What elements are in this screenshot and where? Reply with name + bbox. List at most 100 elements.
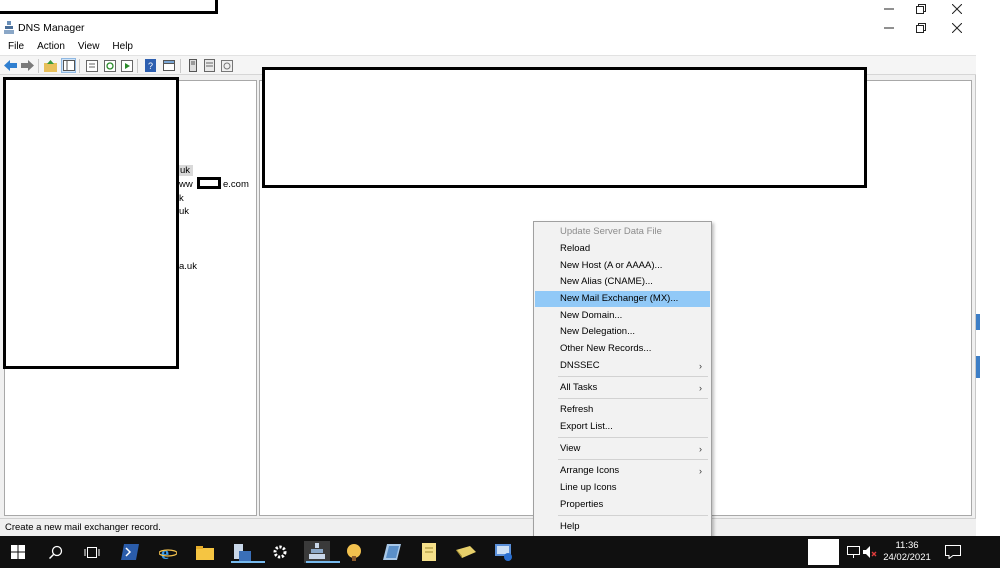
menu-item-new-mail-exchanger[interactable]: New Mail Exchanger (MX)...: [535, 291, 710, 307]
task-view-button[interactable]: [79, 541, 105, 563]
menu-help[interactable]: Help: [104, 41, 138, 52]
menu-item-label: Other New Records...: [560, 343, 652, 354]
show-hide-action-pane-button[interactable]: [161, 58, 176, 73]
taskbar-clock[interactable]: 11:36 24/02/2021: [882, 540, 932, 564]
tree-node[interactable]: a.uk: [179, 261, 197, 272]
book-icon: [456, 546, 476, 558]
menu-separator: [558, 398, 708, 399]
menu-item-all-tasks[interactable]: All Tasks ›: [535, 380, 710, 396]
close-icon: [952, 23, 962, 33]
restore-button[interactable]: [906, 19, 936, 37]
help-toolbar-button[interactable]: ?: [143, 58, 158, 73]
notepad-icon: [383, 544, 401, 560]
menu-item-help[interactable]: Help: [535, 519, 710, 535]
menu-item-dnssec[interactable]: DNSSEC ›: [535, 358, 710, 374]
status-text: Create a new mail exchanger record.: [5, 522, 161, 533]
close-icon: [952, 4, 962, 14]
taskbar-file-explorer[interactable]: [192, 541, 218, 563]
action-pane-icon: [162, 60, 175, 71]
minimize-button[interactable]: [874, 19, 904, 37]
redacted-tree-region: [3, 77, 179, 369]
restore-icon: [916, 4, 926, 14]
records-toolbar-button[interactable]: [219, 58, 234, 73]
server-toolbar-button[interactable]: [185, 58, 200, 73]
refresh-toolbar-button[interactable]: [102, 58, 117, 73]
menu-item-line-up-icons[interactable]: Line up Icons: [535, 480, 710, 496]
tree-node[interactable]: k: [179, 193, 184, 204]
menu-item-properties[interactable]: Properties: [535, 497, 710, 513]
outer-minimize-button[interactable]: [874, 0, 904, 18]
menu-item-export-list[interactable]: Export List...: [535, 419, 710, 435]
active-app-indicator: [231, 561, 265, 563]
properties-toolbar-button[interactable]: [84, 58, 99, 73]
redacted-tree-text: [197, 177, 221, 189]
taskbar-settings[interactable]: [267, 541, 293, 563]
taskbar-internet-explorer[interactable]: e: [155, 541, 181, 563]
search-button[interactable]: [43, 541, 69, 563]
up-level-button[interactable]: [43, 58, 58, 73]
file-explorer-icon: [196, 545, 214, 560]
network-tray-button[interactable]: [845, 541, 861, 563]
taskbar-powershell[interactable]: [117, 541, 143, 563]
console-tree-pane[interactable]: uk ww e.com k uk a.uk: [3, 77, 257, 516]
menu-item-label: Export List...: [560, 421, 613, 432]
tree-node[interactable]: uk: [179, 206, 189, 217]
menu-item-label: New Mail Exchanger (MX)...: [560, 293, 679, 304]
export-icon: [120, 59, 133, 72]
tree-node[interactable]: ww: [179, 179, 193, 190]
server-manager-icon: [234, 543, 251, 561]
menu-item-new-alias[interactable]: New Alias (CNAME)...: [535, 274, 710, 290]
menu-item-arrange-icons[interactable]: Arrange Icons ›: [535, 463, 710, 479]
taskbar-dns-manager[interactable]: [304, 541, 340, 563]
close-button[interactable]: [942, 19, 972, 37]
menu-item-update-server-data-file[interactable]: Update Server Data File: [535, 224, 710, 240]
menu-item-new-host[interactable]: New Host (A or AAAA)...: [535, 258, 710, 274]
help-book-icon: ?: [145, 59, 156, 72]
taskbar-remote-desktop[interactable]: [491, 541, 517, 563]
task-view-icon: [84, 546, 100, 558]
menu-item-label: Arrange Icons: [560, 465, 620, 476]
list-toolbar-button[interactable]: [202, 58, 217, 73]
taskbar-server-manager[interactable]: [229, 541, 265, 563]
powershell-icon: [121, 544, 139, 560]
volume-tray-button[interactable]: [862, 541, 878, 563]
action-center-button[interactable]: [940, 541, 966, 563]
forward-button[interactable]: [20, 58, 35, 73]
menu-item-label: All Tasks: [560, 382, 598, 393]
background-window-edge: [976, 314, 980, 330]
dns-manager-window: DNS Manager File Action View Help ? uk w…: [0, 18, 976, 536]
taskbar-file-app[interactable]: [416, 541, 442, 563]
back-button[interactable]: [3, 58, 18, 73]
network-icon: [347, 544, 361, 561]
menu-separator: [558, 437, 708, 438]
properties-icon: [85, 59, 98, 72]
menu-item-view[interactable]: View ›: [535, 441, 710, 457]
menu-item-new-delegation[interactable]: New Delegation...: [535, 324, 710, 340]
taskbar-notepad-app[interactable]: [379, 541, 405, 563]
menu-bar: File Action View Help: [0, 38, 976, 55]
restore-icon: [916, 23, 926, 33]
outer-restore-button[interactable]: [906, 0, 936, 18]
tree-node-selected[interactable]: uk: [177, 165, 194, 176]
menu-view[interactable]: View: [70, 41, 105, 52]
menu-item-reload[interactable]: Reload: [535, 241, 710, 257]
menu-action[interactable]: Action: [29, 41, 70, 52]
remote-desktop-icon: [495, 543, 512, 561]
submenu-arrow-icon: ›: [699, 444, 702, 454]
window-titlebar: DNS Manager: [0, 18, 976, 38]
menu-item-other-new-records[interactable]: Other New Records...: [535, 341, 710, 357]
tree-node[interactable]: e.com: [223, 179, 249, 190]
export-list-toolbar-button[interactable]: [119, 58, 134, 73]
taskbar-network-tool[interactable]: [341, 541, 367, 563]
window-title: DNS Manager: [18, 22, 85, 34]
toolbar-separator: [38, 59, 39, 73]
menu-item-new-domain[interactable]: New Domain...: [535, 308, 710, 324]
taskbar-book-app[interactable]: [453, 541, 479, 563]
dns-manager-icon: [309, 543, 325, 559]
outer-close-button[interactable]: [942, 0, 972, 18]
menu-item-label: View: [560, 443, 581, 454]
start-button[interactable]: [5, 541, 31, 563]
show-hide-console-tree-button[interactable]: [61, 58, 76, 73]
menu-file[interactable]: File: [0, 41, 29, 52]
menu-item-refresh[interactable]: Refresh: [535, 402, 710, 418]
